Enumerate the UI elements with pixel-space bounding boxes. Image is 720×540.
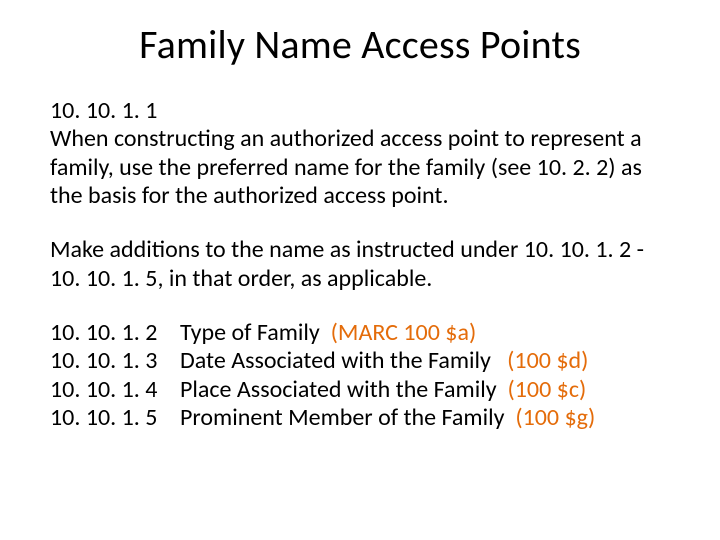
section-1-text: When constructing an authorized access p… — [50, 124, 642, 210]
rule-item-number: 10. 10. 1. 5 — [50, 404, 180, 432]
rule-item-desc: Place Associated with the Family (100 $c… — [180, 376, 670, 404]
rule-list: 10. 10. 1. 2 Type of Family (MARC 100 $a… — [50, 319, 670, 432]
body-text: 10. 10. 1. 1 When constructing an author… — [50, 97, 670, 432]
rule-item: 10. 10. 1. 4 Place Associated with the F… — [50, 376, 670, 404]
rule-item-desc: Prominent Member of the Family (100 $g) — [180, 404, 670, 432]
rule-item-desc: Date Associated with the Family (100 $d) — [180, 347, 670, 375]
rule-desc-text: Prominent Member of the Family — [180, 403, 504, 432]
rule-item-desc: Type of Family (MARC 100 $a) — [180, 319, 670, 347]
rule-item-number: 10. 10. 1. 2 — [50, 319, 180, 347]
section-2-text: Make additions to the name as instructed… — [50, 235, 644, 292]
rule-item: 10. 10. 1. 3 Date Associated with the Fa… — [50, 347, 670, 375]
page-title: Family Name Access Points — [50, 20, 670, 69]
marc-tag: (100 $g) — [515, 403, 595, 432]
marc-tag: (100 $c) — [507, 375, 586, 404]
rule-item: 10. 10. 1. 5 Prominent Member of the Fam… — [50, 404, 670, 432]
section-1: 10. 10. 1. 1 When constructing an author… — [50, 97, 670, 210]
marc-tag: (100 $d) — [507, 346, 588, 375]
rule-desc-text: Place Associated with the Family — [180, 375, 497, 404]
section-2: Make additions to the name as instructed… — [50, 236, 670, 293]
marc-tag: (MARC 100 $a) — [331, 318, 477, 347]
rule-desc-text: Date Associated with the Family — [180, 346, 491, 375]
rule-number: 10. 10. 1. 1 — [50, 97, 670, 125]
rule-item-number: 10. 10. 1. 3 — [50, 347, 180, 375]
rule-item: 10. 10. 1. 2 Type of Family (MARC 100 $a… — [50, 319, 670, 347]
slide: Family Name Access Points 10. 10. 1. 1 W… — [0, 0, 720, 540]
rule-desc-text: Type of Family — [180, 318, 320, 347]
rule-item-number: 10. 10. 1. 4 — [50, 376, 180, 404]
